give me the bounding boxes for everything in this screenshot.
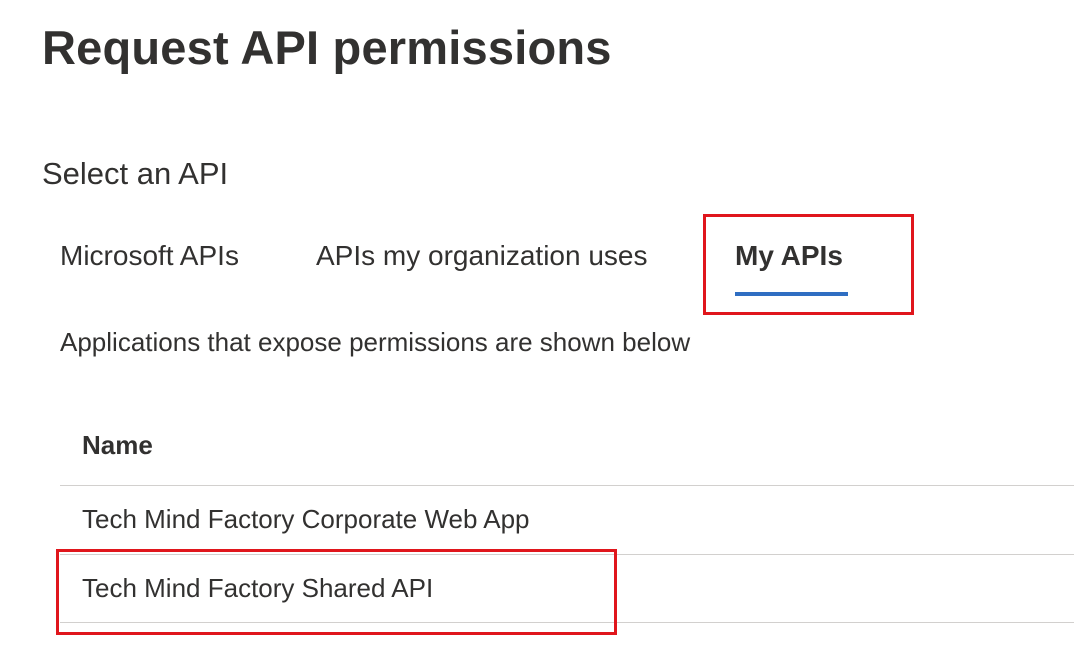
table-row[interactable]: Tech Mind Factory Shared API [60,555,1074,623]
tab-microsoft-apis[interactable]: Microsoft APIs [60,240,239,272]
tab-my-apis[interactable]: My APIs [735,240,843,272]
column-header-name: Name [82,430,153,460]
row-name-label: Tech Mind Factory Corporate Web App [82,504,530,534]
tab-apis-my-organization-uses[interactable]: APIs my organization uses [316,240,648,272]
description-text: Applications that expose permissions are… [60,327,691,357]
section-title: Select an API [42,156,229,191]
row-name-label: Tech Mind Factory Shared API [82,573,434,603]
table-row-divider [60,622,1074,623]
table-row[interactable]: Tech Mind Factory Corporate Web App [60,486,1074,554]
selected-tab-indicator [735,292,848,296]
page-title: Request API permissions [42,21,612,74]
